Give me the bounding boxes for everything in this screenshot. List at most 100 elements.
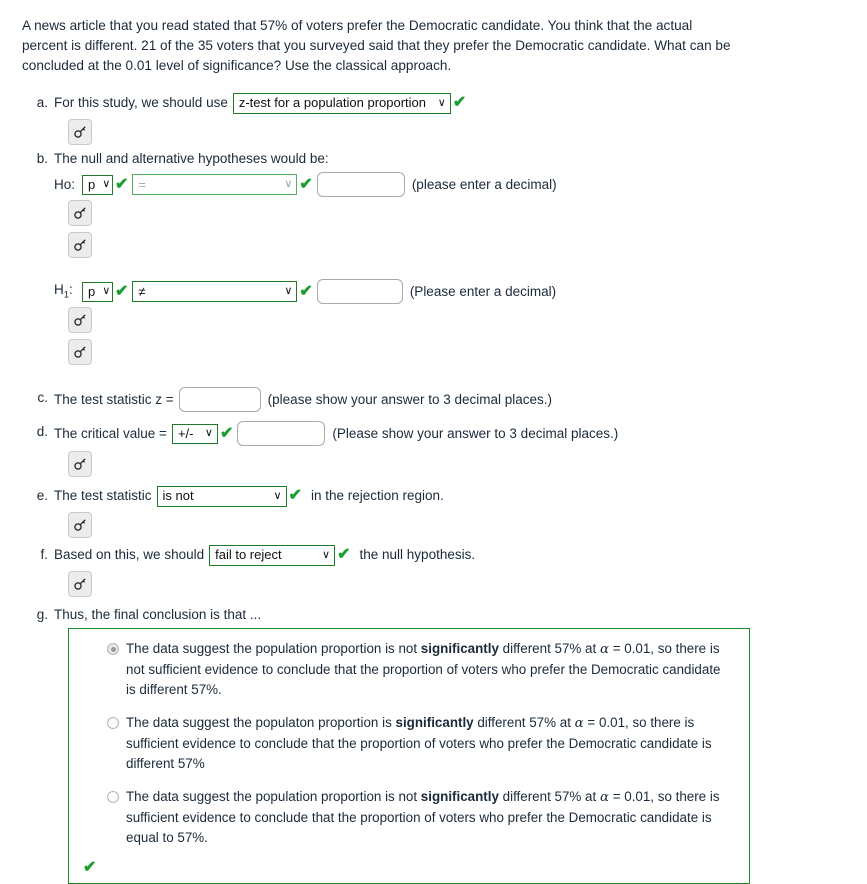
null-value-input[interactable] [316,172,405,197]
conclusion-choice-box: The data suggest the population proporti… [68,628,750,884]
part-g-prompt: Thus, the final conclusion is that ... [54,607,262,622]
radio-button-1[interactable] [107,643,119,655]
alt-parameter-check-icon: ✔ [115,282,129,300]
alt-value-input[interactable] [316,279,403,304]
key-icon [74,578,86,590]
part-d-letter: d. [36,424,48,439]
part-g-check-icon: ✔ [83,859,97,876]
question-part-d: d. The critical value = +/- ∨ ✔ (Please … [22,421,847,446]
null-parameter-value: p [88,176,96,192]
part-a-check-icon: ✔ [452,94,467,111]
problem-statement: A news article that you read stated that… [22,18,731,73]
key-icon-button-a[interactable] [68,119,92,145]
key-icon-button-e[interactable] [68,512,92,538]
part-e-body: The test statistic is not ∨ ✔ in the rej… [54,485,847,507]
critical-value-sign-select[interactable]: +/- ∨ [171,423,218,444]
part-a-body: For this study, we should use z-test for… [54,92,847,114]
radio-button-2[interactable] [107,717,119,729]
part-d-check-icon: ✔ [219,424,234,442]
decision-value: fail to reject [215,547,282,562]
question-part-a: a. For this study, we should use z-test … [22,92,847,114]
part-a-key-row [22,116,847,148]
alt-parameter-select[interactable]: p ∨ [82,281,113,302]
question-part-b: b. The null and alternative hypotheses w… [22,148,847,170]
null-hypothesis-label: Ho: [54,177,76,192]
part-f-body: Based on this, we should fail to reject … [54,544,847,566]
alt-parameter-value: p [88,283,96,299]
chevron-down-icon: ∨ [322,548,331,561]
part-d-key-row [22,448,847,480]
alt-operator-select[interactable]: ≠ ∨ [132,281,298,302]
chevron-down-icon: ∨ [273,489,282,502]
chevron-down-icon: ∨ [437,96,446,109]
conclusion-choice-label-1: The data suggest the population proporti… [126,641,721,697]
null-parameter-select[interactable]: p ∨ [82,174,113,195]
critical-value-input[interactable] [237,421,326,446]
part-c-hint: (please show your answer to 3 decimal pl… [267,391,553,407]
key-icon [74,519,86,531]
key-icon [74,207,86,219]
part-e-suffix: in the rejection region. [310,488,444,503]
key-icon-button-b3[interactable] [68,307,92,333]
part-e-check-icon: ✔ [288,487,302,504]
part-e-key-row [22,509,847,541]
part-f-letter: f. [40,547,48,562]
key-icon [74,458,86,470]
part-f-check-icon: ✔ [337,546,351,563]
key-icon [74,314,86,326]
decision-select[interactable]: fail to reject ∨ [209,544,336,566]
alt-hypothesis-row: H1: p ∨ ✔ ≠ ∨ ✔ (Please enter a decimal) [54,279,847,304]
conclusion-choice-1[interactable]: The data suggest the population proporti… [81,639,737,700]
test-statistic-input[interactable] [178,387,261,412]
alt-operator-value: ≠ [138,283,146,299]
key-icon [74,346,86,358]
test-type-select[interactable]: z-test for a population proportion ∨ [232,92,451,114]
part-b-prompt: The null and alternative hypotheses woul… [54,151,329,166]
null-operator-value: = [138,176,146,192]
key-icon-button-d[interactable] [68,451,92,477]
conclusion-choice-list: The data suggest the population proporti… [81,639,737,848]
null-parameter-check-icon: ✔ [115,175,129,193]
part-f-suffix: the null hypothesis. [359,547,476,562]
alt-hypothesis-label-main: H [54,282,64,298]
part-b-key-row-4 [22,336,847,368]
radio-button-3[interactable] [107,791,119,803]
part-d-hint: (Please show your answer to 3 decimal pl… [332,425,619,441]
rejection-region-value: is not [162,488,194,503]
part-b-key-row-3 [22,304,847,336]
part-b-letter: b. [36,151,48,166]
chevron-down-icon: ∨ [284,178,293,190]
part-e-letter: e. [36,488,48,503]
part-g-body: Thus, the final conclusion is that ... [54,604,847,626]
question-part-c: c. The test statistic z = (please show y… [22,387,847,412]
part-g-letter: g. [36,607,48,622]
part-b-body: The null and alternative hypotheses woul… [54,148,847,170]
test-type-select-value: z-test for a population proportion [238,95,427,110]
conclusion-choice-label-2: The data suggest the populaton proportio… [126,715,712,771]
key-icon-button-b1[interactable] [68,200,92,226]
null-value-hint: (please enter a decimal) [411,177,557,192]
part-a-prefix: For this study, we should use [54,95,228,110]
part-d-body: The critical value = +/- ∨ ✔ (Please sho… [54,421,847,446]
alt-operator-check-icon: ✔ [299,282,313,300]
alt-value-hint: (Please enter a decimal) [409,284,557,299]
rejection-region-select[interactable]: is not ∨ [156,485,287,507]
conclusion-choice-3[interactable]: The data suggest the population proporti… [81,787,737,848]
alt-hypothesis-label-colon: : [69,282,73,298]
key-icon-button-b4[interactable] [68,339,92,365]
part-e-prefix: The test statistic [54,488,152,503]
alt-hypothesis-label: H1: [54,282,82,301]
conclusion-choice-2[interactable]: The data suggest the populaton proportio… [81,713,737,774]
question-page: A news article that you read stated that… [0,0,867,884]
question-part-f: f. Based on this, we should fail to reje… [22,544,847,566]
null-operator-check-icon: ✔ [299,175,313,193]
critical-value-sign-value: +/- [177,425,194,441]
chevron-down-icon: ∨ [102,285,111,297]
question-part-g: g. Thus, the final conclusion is that ..… [22,604,847,626]
null-operator-select[interactable]: = ∨ [132,174,298,195]
part-a-letter: a. [36,95,48,110]
part-b-key-row-2 [22,229,847,261]
key-icon-button-b2[interactable] [68,232,92,258]
key-icon-button-f[interactable] [68,571,92,597]
chevron-down-icon: ∨ [284,285,293,297]
